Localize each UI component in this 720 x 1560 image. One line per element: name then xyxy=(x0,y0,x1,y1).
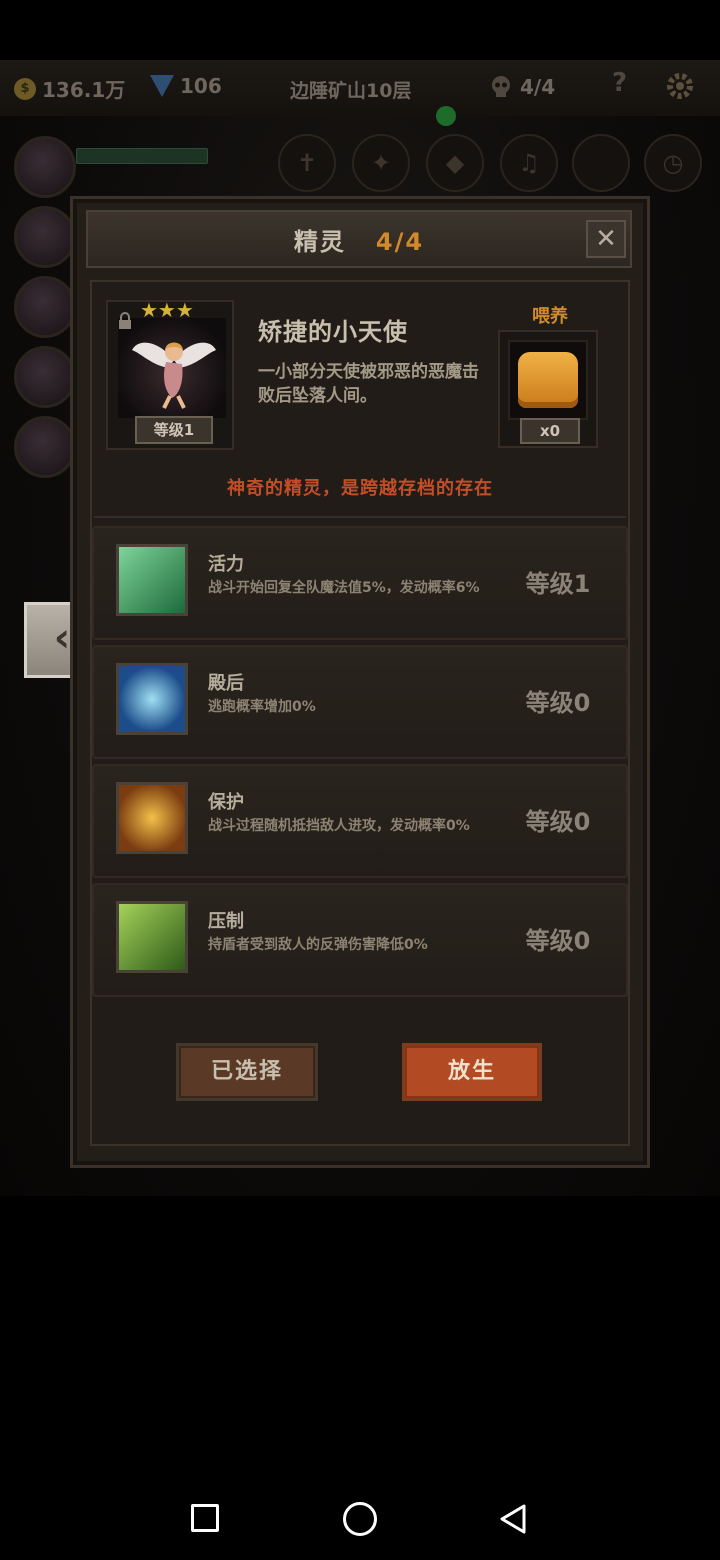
skill-description: 战斗开始回复全队魔法值5%，发动概率6% xyxy=(208,580,480,596)
hero-portrait[interactable] xyxy=(14,346,76,408)
back-nav-icon[interactable] xyxy=(496,1502,530,1536)
skill-level: 等级0 xyxy=(525,927,591,955)
feed-count: x0 xyxy=(520,418,580,444)
equipment-slot[interactable]: ✦ xyxy=(352,134,410,192)
dialog-title: 精灵 4/4 xyxy=(86,222,632,257)
sprite-tagline: 神奇的精灵，是跨越存档的存在 xyxy=(227,478,493,499)
sprite-description: 一小部分天使被邪恶的恶魔击败后坠落人间。 xyxy=(258,362,479,406)
skull-display: 4/4 xyxy=(488,74,555,100)
gem-display: 106 xyxy=(150,74,222,98)
release-button[interactable]: 放生 xyxy=(402,1043,542,1101)
sprite-count: 4/4 xyxy=(375,228,425,256)
skill-description: 逃跑概率增加0% xyxy=(208,699,316,715)
close-button[interactable]: ✕ xyxy=(586,220,626,258)
claw-icon xyxy=(116,901,188,973)
gold-coin-icon: $ xyxy=(14,77,36,100)
skill-description: 战斗过程随机抵挡敌人进攻，发动概率0% xyxy=(208,818,470,834)
close-icon: ✕ xyxy=(595,224,617,254)
dialog-title-text: 精灵 xyxy=(293,228,346,256)
skill-name: 活力 xyxy=(208,554,244,575)
skill-description: 持盾者受到敌人的反弹伤害降低0% xyxy=(208,937,428,953)
praying-hands-icon xyxy=(116,544,188,616)
skill-level: 等级1 xyxy=(525,570,591,598)
chevron-left-icon: ‹ xyxy=(53,615,71,661)
skill-level: 等级0 xyxy=(525,808,591,836)
hero-portrait[interactable] xyxy=(14,206,76,268)
fairy-shield-icon xyxy=(116,782,188,854)
bread-icon xyxy=(518,352,578,408)
star-rating: ★★★ xyxy=(140,298,194,322)
notification-dot xyxy=(436,106,456,126)
equipment-slot[interactable]: ◆ xyxy=(426,134,484,192)
angel-sprite-icon xyxy=(132,342,216,409)
skull-icon xyxy=(492,76,510,97)
help-button[interactable]: ? xyxy=(612,68,627,98)
gear-icon xyxy=(667,73,693,99)
skill-level: 等级0 xyxy=(525,689,591,717)
equipment-slot[interactable]: ♫ xyxy=(500,134,558,192)
hero-portrait[interactable] xyxy=(14,136,76,198)
sprite-level-badge: 等级1 xyxy=(135,416,213,444)
equipment-slot[interactable]: ◷ xyxy=(644,134,702,192)
wings-icon xyxy=(116,663,188,735)
stars: ★★★ xyxy=(140,298,194,322)
hero-portrait[interactable] xyxy=(14,416,76,478)
gold-amount: 136.1万 xyxy=(42,78,126,102)
hero-portrait[interactable] xyxy=(14,276,76,338)
selected-button[interactable]: 已选择 xyxy=(176,1043,318,1101)
location-text: 边陲矿山10层 xyxy=(290,80,412,102)
feed-label: 喂养 xyxy=(532,306,568,327)
recent-apps-button[interactable] xyxy=(191,1504,219,1532)
skull-count: 4/4 xyxy=(520,75,556,99)
home-button[interactable] xyxy=(343,1502,377,1536)
settings-button[interactable] xyxy=(664,70,696,106)
hero-health-bar xyxy=(76,148,208,164)
divider xyxy=(94,516,626,518)
skill-name: 压制 xyxy=(208,911,244,932)
equipment-slot[interactable] xyxy=(572,134,630,192)
skill-name: 保护 xyxy=(208,792,244,813)
location-label: 边陲矿山10层 xyxy=(290,76,411,103)
skill-name: 殿后 xyxy=(208,673,244,694)
gold-display: $ 136.1万 xyxy=(14,74,125,103)
sprite-name: 矫捷的小天使 xyxy=(258,318,408,346)
gem-icon xyxy=(150,75,174,97)
equipment-slot[interactable]: ✝ xyxy=(278,134,336,192)
help-icon: ? xyxy=(612,68,628,98)
gem-amount: 106 xyxy=(180,74,222,98)
